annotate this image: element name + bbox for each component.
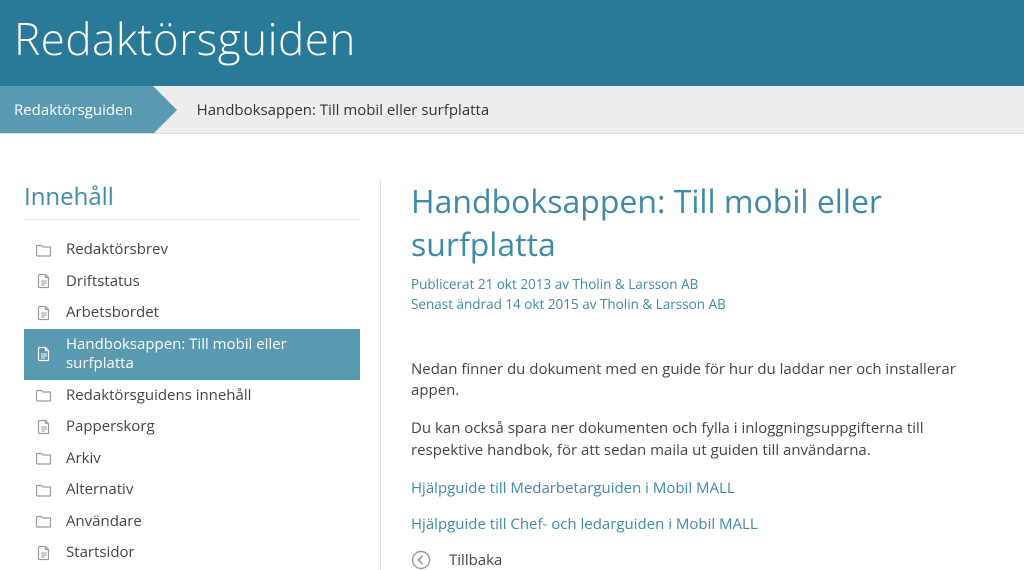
sidebar: Innehåll Redaktörsbrev Driftstatus Arbetsb… xyxy=(20,180,380,570)
sidebar-item[interactable]: Arbetsbordet xyxy=(24,297,360,329)
sidebar-item-label: Redaktörsguidens innehåll xyxy=(66,386,251,406)
sidebar-item[interactable]: Startsidor xyxy=(24,537,360,569)
published-line: Publicerat 21 okt 2013 av Tholin & Larss… xyxy=(411,274,994,294)
page-title: Handboksappen: Till mobil eller surfplat… xyxy=(411,180,994,266)
sidebar-item[interactable]: Arkiv xyxy=(24,443,360,475)
sidebar-item-label: Arbetsbordet xyxy=(66,303,159,323)
document-icon xyxy=(36,273,52,289)
sidebar-item[interactable]: Driftstatus xyxy=(24,266,360,298)
sidebar-item[interactable]: Papperskorg xyxy=(24,411,360,443)
site-title: Redaktörsguiden xyxy=(14,8,1010,68)
sidebar-item-label: Driftstatus xyxy=(66,272,140,292)
sidebar-title: Innehåll xyxy=(24,180,360,220)
document-icon xyxy=(36,545,52,561)
sidebar-nav: Redaktörsbrev Driftstatus Arbetsbordet Hand… xyxy=(24,234,360,569)
folder-icon xyxy=(36,513,52,529)
breadcrumb-root[interactable]: Redaktörsguiden xyxy=(0,86,153,133)
back-link[interactable]: Tillbaka xyxy=(449,550,502,570)
sidebar-item-label: Startsidor xyxy=(66,543,135,563)
article-meta: Publicerat 21 okt 2013 av Tholin & Larss… xyxy=(411,274,994,315)
vertical-divider xyxy=(380,180,381,570)
site-header: Redaktörsguiden xyxy=(0,0,1024,86)
sidebar-item[interactable]: Användare xyxy=(24,506,360,538)
sidebar-item-label: Användare xyxy=(66,512,142,532)
folder-icon xyxy=(36,482,52,498)
sidebar-item[interactable]: Handboksappen: Till mobil eller surfplat… xyxy=(24,329,360,380)
breadcrumb-current-label: Handboksappen: Till mobil eller surfplat… xyxy=(197,100,490,120)
breadcrumb-root-label: Redaktörsguiden xyxy=(14,100,133,120)
modified-line: Senast ändrad 14 okt 2015 av Tholin & La… xyxy=(411,294,994,314)
content: Innehåll Redaktörsbrev Driftstatus Arbetsb… xyxy=(0,134,1024,570)
sidebar-item-label: Alternativ xyxy=(66,480,133,500)
folder-icon xyxy=(36,387,52,403)
sidebar-item-label: Redaktörsbrev xyxy=(66,240,168,260)
sidebar-item-label: Handboksappen: Till mobil eller surfplat… xyxy=(66,335,348,374)
main: Handboksappen: Till mobil eller surfplat… xyxy=(411,180,1004,570)
document-icon xyxy=(36,419,52,435)
back-row: Tillbaka xyxy=(411,550,994,570)
document-icon xyxy=(36,305,52,321)
breadcrumb: Redaktörsguiden Handboksappen: Till mobi… xyxy=(0,86,1024,134)
back-arrow-icon[interactable] xyxy=(411,550,431,570)
help-guide-link-2[interactable]: Hjälpguide till Chef- och ledarguiden i … xyxy=(411,514,994,534)
article-body: Nedan finner du dokument med en guide fö… xyxy=(411,359,994,570)
folder-icon xyxy=(36,242,52,258)
help-guide-link-1[interactable]: Hjälpguide till Medarbetarguiden i Mobil… xyxy=(411,478,994,498)
sidebar-item[interactable]: Redaktörsguidens innehåll xyxy=(24,380,360,412)
sidebar-item-label: Arkiv xyxy=(66,449,101,469)
paragraph: Nedan finner du dokument med en guide fö… xyxy=(411,359,994,403)
document-icon xyxy=(36,346,52,362)
sidebar-item[interactable]: Redaktörsbrev xyxy=(24,234,360,266)
paragraph: Du kan också spara ner dokumenten och fy… xyxy=(411,418,994,462)
sidebar-item[interactable]: Alternativ xyxy=(24,474,360,506)
folder-icon xyxy=(36,450,52,466)
sidebar-item-label: Papperskorg xyxy=(66,417,155,437)
breadcrumb-current: Handboksappen: Till mobil eller surfplat… xyxy=(153,86,490,133)
